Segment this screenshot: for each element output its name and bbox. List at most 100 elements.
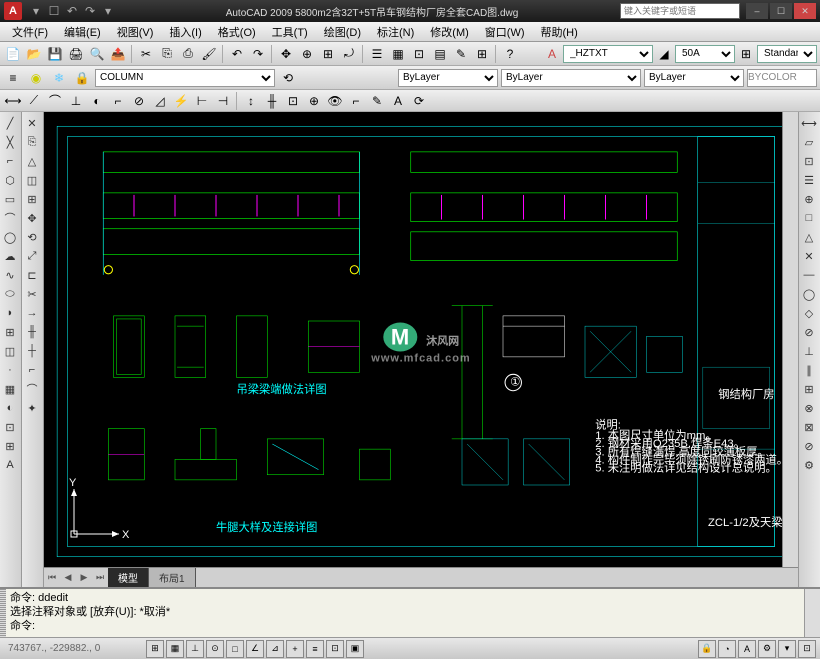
jog-line-icon[interactable]: ⌐ [346,91,366,111]
chamfer-icon[interactable]: ⌐ [23,361,41,379]
dim-linear-icon[interactable]: ⟷ [3,91,23,111]
ellipse-icon[interactable]: ⬭ [1,285,19,303]
block-icon[interactable]: ◫ [1,342,19,360]
grid-toggle[interactable]: ▦ [166,640,184,658]
tolerance-icon[interactable]: ⊡ [283,91,303,111]
dist-icon[interactable]: ⟷ [800,114,818,132]
dim-cont-icon[interactable]: ⊣ [213,91,233,111]
cut-icon[interactable]: ✂ [136,44,156,64]
join-icon[interactable]: ┼ [23,342,41,360]
mirror-icon[interactable]: △ [23,152,41,170]
minimize-button[interactable]: – [746,3,768,19]
insert-icon[interactable]: ⊞ [1,323,19,341]
snap-ins-icon[interactable]: ⊞ [800,380,818,398]
stretch-icon[interactable]: ⊏ [23,266,41,284]
menu-insert[interactable]: 插入(I) [161,22,209,42]
qat-btn[interactable]: ▾ [28,3,44,19]
dim-quick-icon[interactable]: ⚡ [171,91,191,111]
command-text[interactable]: 命令: ddedit 选择注释对象或 [放弃(U)]: *取消* 命令: [6,589,804,637]
model-toggle[interactable]: ▣ [346,640,364,658]
menu-view[interactable]: 视图(V) [109,22,162,42]
table-icon[interactable]: ⊞ [1,437,19,455]
menu-modify[interactable]: 修改(M) [422,22,477,42]
dim-ang-icon[interactable]: ◿ [150,91,170,111]
break-icon[interactable]: ╫ [23,323,41,341]
app-logo[interactable]: A [4,2,22,20]
layer-on-icon[interactable]: ◉ [26,68,46,88]
line-icon[interactable]: ╱ [1,114,19,132]
copy-obj-icon[interactable]: ⎘ [23,133,41,151]
ellipsearc-icon[interactable]: ◗ [1,304,19,322]
inspect-icon[interactable]: 👁 [325,91,345,111]
layer-freeze-icon[interactable]: ❄ [49,68,69,88]
array-icon[interactable]: ⊞ [23,190,41,208]
spline-icon[interactable]: ∿ [1,266,19,284]
explode-icon[interactable]: ✦ [23,399,41,417]
undo-icon[interactable]: ↶ [227,44,247,64]
region-icon[interactable]: ⊡ [1,418,19,436]
tblstyle-icon[interactable]: ⊞ [736,44,756,64]
snap-qua-icon[interactable]: ◇ [800,304,818,322]
dim-update-icon[interactable]: ⟳ [409,91,429,111]
snap-non-icon[interactable]: ⊘ [800,437,818,455]
zoom-prev-icon[interactable]: ⤾ [339,44,359,64]
qat-redo[interactable]: ↷ [82,3,98,19]
open-icon[interactable]: 📂 [24,44,44,64]
rotate-icon[interactable]: ⟲ [23,228,41,246]
arc-icon[interactable]: ⌒ [1,209,19,227]
area-icon[interactable]: ▱ [800,133,818,151]
move-icon[interactable]: ✥ [23,209,41,227]
snap-end-icon[interactable]: □ [800,209,818,227]
cmd-scrollbar[interactable] [804,589,820,637]
tab-next-icon[interactable]: ▶ [76,570,92,586]
snap-tan-icon[interactable]: ⊘ [800,323,818,341]
drawing-canvas[interactable]: 钢结构厂房 ZCL-1/2及天梁 [44,112,798,587]
layer-select[interactable]: COLUMN [95,69,275,87]
tab-first-icon[interactable]: ⏮ [44,570,60,586]
paste-icon[interactable]: ⎙ [178,44,198,64]
tp-icon[interactable]: ⊡ [409,44,429,64]
snap-nea-icon[interactable]: ⊠ [800,418,818,436]
layer-props-icon[interactable]: ≡ [3,68,23,88]
calc-icon[interactable]: ⊞ [472,44,492,64]
offset-icon[interactable]: ◫ [23,171,41,189]
linetype-select[interactable]: ByLayer [501,69,641,87]
ssm-icon[interactable]: ▤ [430,44,450,64]
tab-prev-icon[interactable]: ◀ [60,570,76,586]
status-clean-icon[interactable]: ⊡ [798,640,816,658]
zoom-win-icon[interactable]: ⊞ [318,44,338,64]
snap-per-icon[interactable]: ⊥ [800,342,818,360]
snap-cen-icon[interactable]: ◯ [800,285,818,303]
ortho-toggle[interactable]: ⊥ [186,640,204,658]
lineweight-select[interactable]: ByLayer [644,69,744,87]
rect-icon[interactable]: ▭ [1,190,19,208]
menu-dimension[interactable]: 标注(N) [369,22,422,42]
dim-dia-icon[interactable]: ⊘ [129,91,149,111]
props-icon[interactable]: ☰ [367,44,387,64]
ducs-toggle[interactable]: ⊿ [266,640,284,658]
dim-radius-icon[interactable]: ◐ [87,91,107,111]
mtext-icon[interactable]: A [1,456,19,474]
dim-style-select[interactable]: 50A [675,45,735,63]
snap-ext-icon[interactable]: — [800,266,818,284]
zoom-rt-icon[interactable]: ⊕ [297,44,317,64]
extend-icon[interactable]: → [23,304,41,322]
point-icon[interactable]: · [1,361,19,379]
dimstyle-icon[interactable]: ◢ [654,44,674,64]
qat-btn[interactable]: ☐ [46,3,62,19]
help-icon[interactable]: ? [500,44,520,64]
snap-int-icon[interactable]: ✕ [800,247,818,265]
cmd-prompt[interactable]: 命令: [10,619,800,633]
fillet-icon[interactable]: ⌒ [23,380,41,398]
dim-break-icon[interactable]: ╫ [262,91,282,111]
status-tray-icon[interactable]: ▾ [778,640,796,658]
erase-icon[interactable]: ✕ [23,114,41,132]
dim-aligned-icon[interactable]: ⟋ [24,91,44,111]
dim-arc-icon[interactable]: ⌒ [45,91,65,111]
dim-space-icon[interactable]: ↕ [241,91,261,111]
snap-toggle[interactable]: ⊞ [146,640,164,658]
tab-last-icon[interactable]: ⏭ [92,570,108,586]
center-icon[interactable]: ⊕ [304,91,324,111]
menu-tools[interactable]: 工具(T) [264,22,316,42]
dc-icon[interactable]: ▦ [388,44,408,64]
